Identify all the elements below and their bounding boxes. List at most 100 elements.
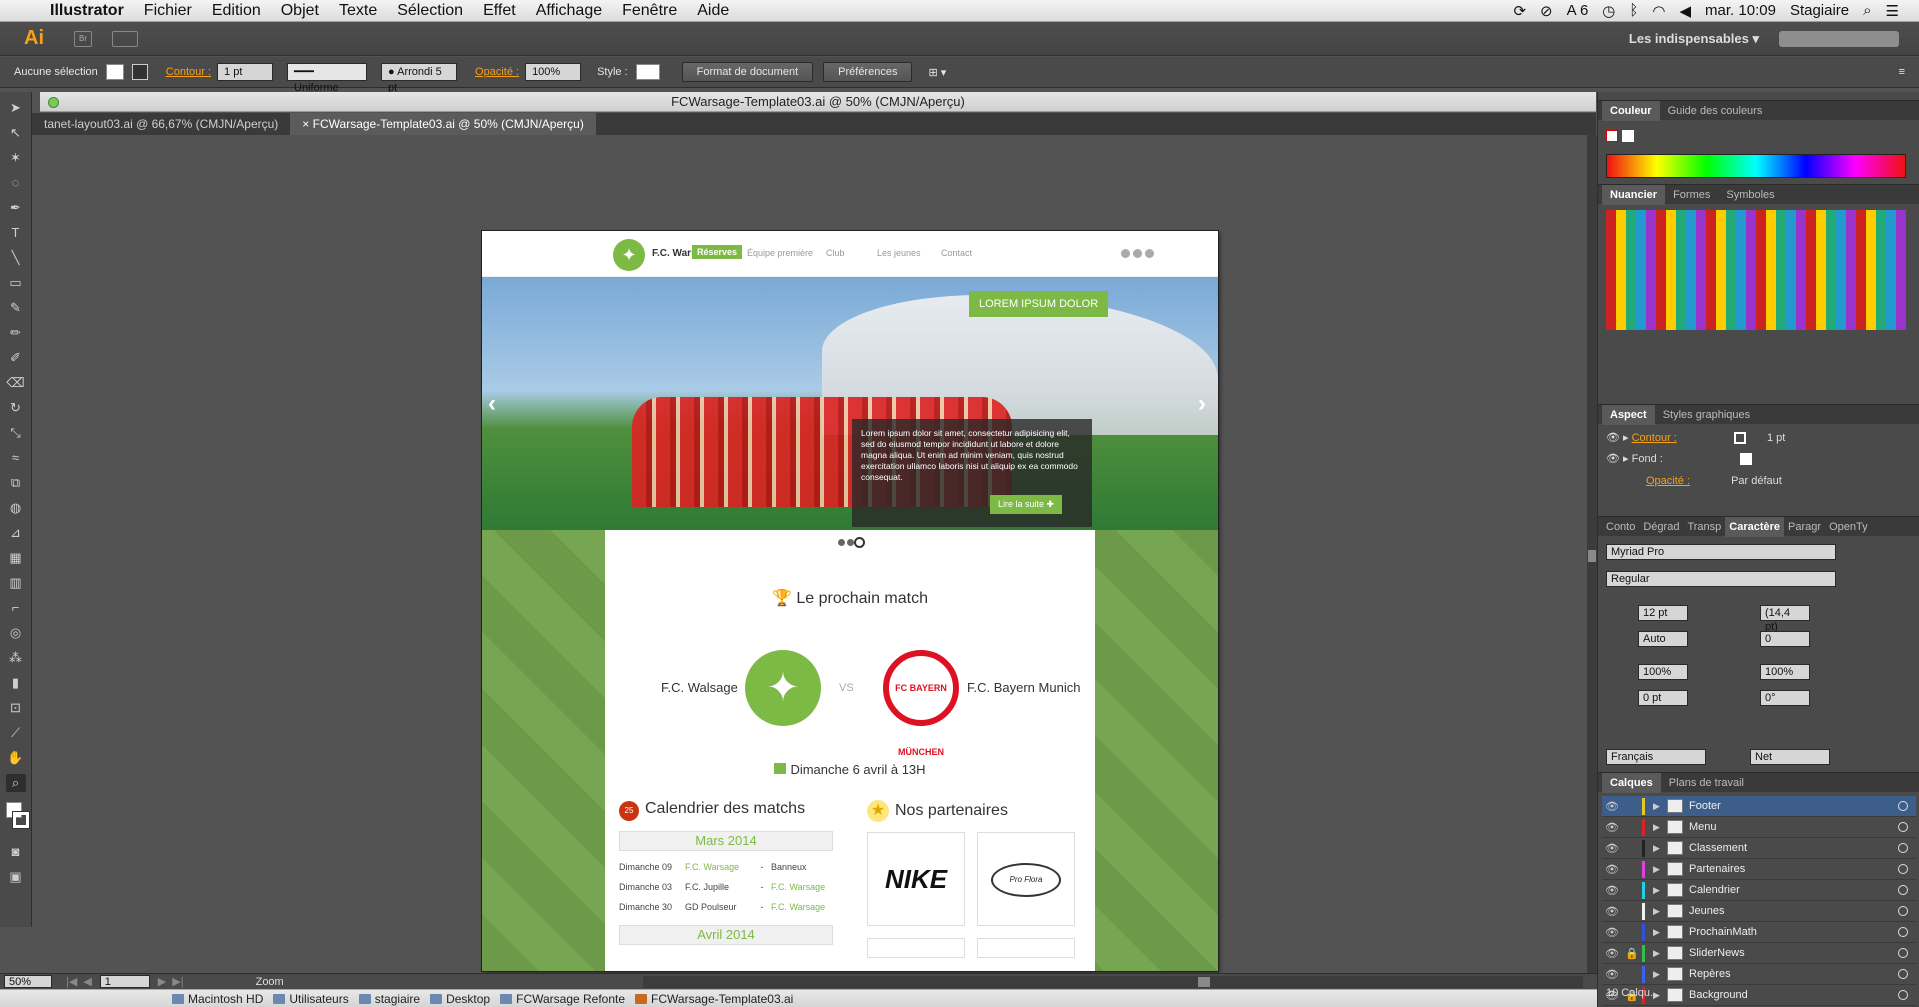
target-circle-icon[interactable] <box>1898 885 1908 895</box>
stroke-swatch-icon[interactable] <box>1733 432 1746 445</box>
tab-aspect[interactable]: Aspect <box>1602 404 1655 425</box>
first-artboard-icon[interactable]: |◀ <box>66 975 77 988</box>
kerning-field[interactable]: Auto <box>1638 631 1688 647</box>
nav-equipe-premiere[interactable]: Équipe première <box>747 248 813 258</box>
do-not-disturb-icon[interactable]: ⊘ <box>1540 2 1553 20</box>
workspace-switcher[interactable]: Les indispensables ▾ <box>1629 31 1759 47</box>
lasso-tool-icon[interactable]: ◌ <box>6 174 26 192</box>
rotate-tool-icon[interactable]: ↻ <box>6 399 26 417</box>
baseline-shift-field[interactable]: 0 pt <box>1638 690 1688 706</box>
visibility-eye-icon[interactable]: 👁 <box>1602 800 1622 813</box>
artboard[interactable]: ✦ F.C. Warsage Réserves Équipe première … <box>482 231 1218 971</box>
spotlight-icon[interactable]: ⌕ <box>1863 2 1871 19</box>
slider-dot[interactable] <box>846 539 854 546</box>
expand-triangle-icon[interactable]: ▶ <box>1653 801 1667 812</box>
slider-dot-active[interactable] <box>855 539 863 546</box>
path-segment[interactable]: stagiaire <box>358 992 420 1006</box>
target-circle-icon[interactable] <box>1898 948 1908 958</box>
tab-guide-couleurs[interactable]: Guide des couleurs <box>1660 101 1771 121</box>
blend-tool-icon[interactable]: ◎ <box>6 624 26 642</box>
aspect-opacity-row[interactable]: Opacité : Par défaut <box>1646 472 1782 490</box>
free-transform-tool-icon[interactable]: ⧉ <box>6 474 26 492</box>
user-menu[interactable]: Stagiaire <box>1790 2 1849 19</box>
notifications-icon[interactable]: ☰ <box>1886 2 1899 20</box>
canvas-area[interactable]: ✦ F.C. Warsage Réserves Équipe première … <box>32 135 1587 973</box>
mesh-tool-icon[interactable]: ▦ <box>6 549 26 567</box>
google-plus-icon[interactable] <box>1133 249 1142 258</box>
visibility-eye-icon[interactable]: 👁 <box>1602 821 1622 834</box>
screen-mode-icon[interactable]: ▣ <box>6 868 26 886</box>
magic-wand-tool-icon[interactable]: ✶ <box>6 149 26 167</box>
opacity-field[interactable]: 100% <box>525 63 582 81</box>
visibility-eye-icon[interactable]: 👁 <box>1602 863 1622 876</box>
fill-swatch[interactable] <box>105 64 124 80</box>
vertical-scrollbar[interactable] <box>1587 135 1597 973</box>
color-spectrum[interactable] <box>1606 154 1906 178</box>
layer-row[interactable]: 👁 ▶ ProchainMath <box>1602 922 1916 943</box>
type-tool-icon[interactable]: T <box>6 224 26 242</box>
horizontal-scrollbar[interactable] <box>643 975 1583 988</box>
line-tool-icon[interactable]: ╲ <box>6 249 26 267</box>
tab-symboles[interactable]: Symboles <box>1718 185 1782 205</box>
menu-edition[interactable]: Edition <box>212 2 261 20</box>
clock[interactable]: mar. 10:09 <box>1705 2 1776 19</box>
layer-row[interactable]: 👁 ▶ Calendrier <box>1602 880 1916 901</box>
pencil-tool-icon[interactable]: ✏ <box>6 324 26 342</box>
warp-tool-icon[interactable]: ≈ <box>6 449 26 467</box>
fill-swatch-icon[interactable] <box>1739 453 1752 466</box>
perspective-grid-tool-icon[interactable]: ⊿ <box>6 524 26 542</box>
layer-row[interactable]: 👁 ▶ Menu <box>1602 817 1916 838</box>
graph-tool-icon[interactable]: ▮ <box>6 674 26 692</box>
horizontal-scale-field[interactable]: 100% <box>1760 664 1810 680</box>
white-swatch[interactable] <box>1622 130 1634 142</box>
document-setup-button[interactable]: Format de document <box>681 62 814 82</box>
close-tab-icon[interactable]: × <box>302 117 309 131</box>
visibility-eye-icon[interactable]: 👁 <box>1602 968 1622 981</box>
visibility-eye-icon[interactable]: 👁 <box>1602 905 1622 918</box>
layer-row[interactable]: 👁 ▶ Partenaires <box>1602 859 1916 880</box>
slider-prev-icon[interactable]: ‹ <box>488 390 496 418</box>
artboard-tool-icon[interactable]: ⊡ <box>6 699 26 717</box>
target-circle-icon[interactable] <box>1898 927 1908 937</box>
layer-row[interactable]: 👁 ▶ Footer <box>1602 796 1916 817</box>
stroke-label[interactable]: Contour : <box>166 66 211 78</box>
expand-triangle-icon[interactable]: ▶ <box>1653 822 1667 833</box>
aspect-fill-row[interactable]: 👁 ▸ Fond : <box>1606 450 1752 468</box>
blob-brush-tool-icon[interactable]: ✐ <box>6 349 26 367</box>
hscroll-thumb[interactable] <box>1198 976 1210 987</box>
rectangle-tool-icon[interactable]: ▭ <box>6 274 26 292</box>
stroke-weight-field[interactable]: 1 pt <box>217 63 274 81</box>
sync-icon[interactable]: ⟳ <box>1513 2 1526 20</box>
tab-paragraphe[interactable]: Paragr <box>1784 517 1825 537</box>
menu-fichier[interactable]: Fichier <box>144 2 192 20</box>
time-machine-icon[interactable]: ◷ <box>1602 2 1615 20</box>
menu-aide[interactable]: Aide <box>697 2 729 20</box>
preferences-button[interactable]: Préférences <box>823 62 913 82</box>
arrange-icon[interactable]: ⊞ ▾ <box>928 66 946 79</box>
paintbrush-tool-icon[interactable]: ✎ <box>6 299 26 317</box>
font-style-select[interactable]: Regular <box>1606 571 1836 587</box>
target-circle-icon[interactable] <box>1898 822 1908 832</box>
target-circle-icon[interactable] <box>1898 864 1908 874</box>
font-size-field[interactable]: 12 pt <box>1638 605 1688 621</box>
stroke-color-icon[interactable] <box>11 811 30 829</box>
nav-reserves[interactable]: Réserves <box>692 245 743 259</box>
shape-builder-tool-icon[interactable]: ◍ <box>6 499 26 517</box>
adobe-status[interactable]: A 6 <box>1567 2 1589 19</box>
tab-plans-de-travail[interactable]: Plans de travail <box>1661 773 1752 793</box>
layer-row[interactable]: 👁 🔒 ▶ SliderNews <box>1602 943 1916 964</box>
path-segment[interactable]: Utilisateurs <box>273 992 349 1006</box>
tab-tanet-layout[interactable]: tanet-layout03.ai @ 66,67% (CMJN/Aperçu) <box>32 113 290 135</box>
tab-transparence[interactable]: Transp <box>1683 517 1725 537</box>
fill-stroke-swatches[interactable] <box>5 802 30 836</box>
tab-caractere[interactable]: Caractère <box>1725 516 1785 537</box>
hand-tool-icon[interactable]: ✋ <box>6 749 26 767</box>
visibility-eye-icon[interactable]: 👁 <box>1602 947 1622 960</box>
target-circle-icon[interactable] <box>1898 906 1908 916</box>
expand-triangle-icon[interactable]: ▶ <box>1653 906 1667 917</box>
variable-width-profile[interactable]: ━━━ Uniforme <box>287 63 368 94</box>
zoom-level-field[interactable]: 50% <box>4 975 52 988</box>
visibility-eye-icon[interactable]: 👁 <box>1602 926 1622 939</box>
tab-fcwarsage-template[interactable]: × FCWarsage-Template03.ai @ 50% (CMJN/Ap… <box>290 113 596 135</box>
target-circle-icon[interactable] <box>1898 969 1908 979</box>
